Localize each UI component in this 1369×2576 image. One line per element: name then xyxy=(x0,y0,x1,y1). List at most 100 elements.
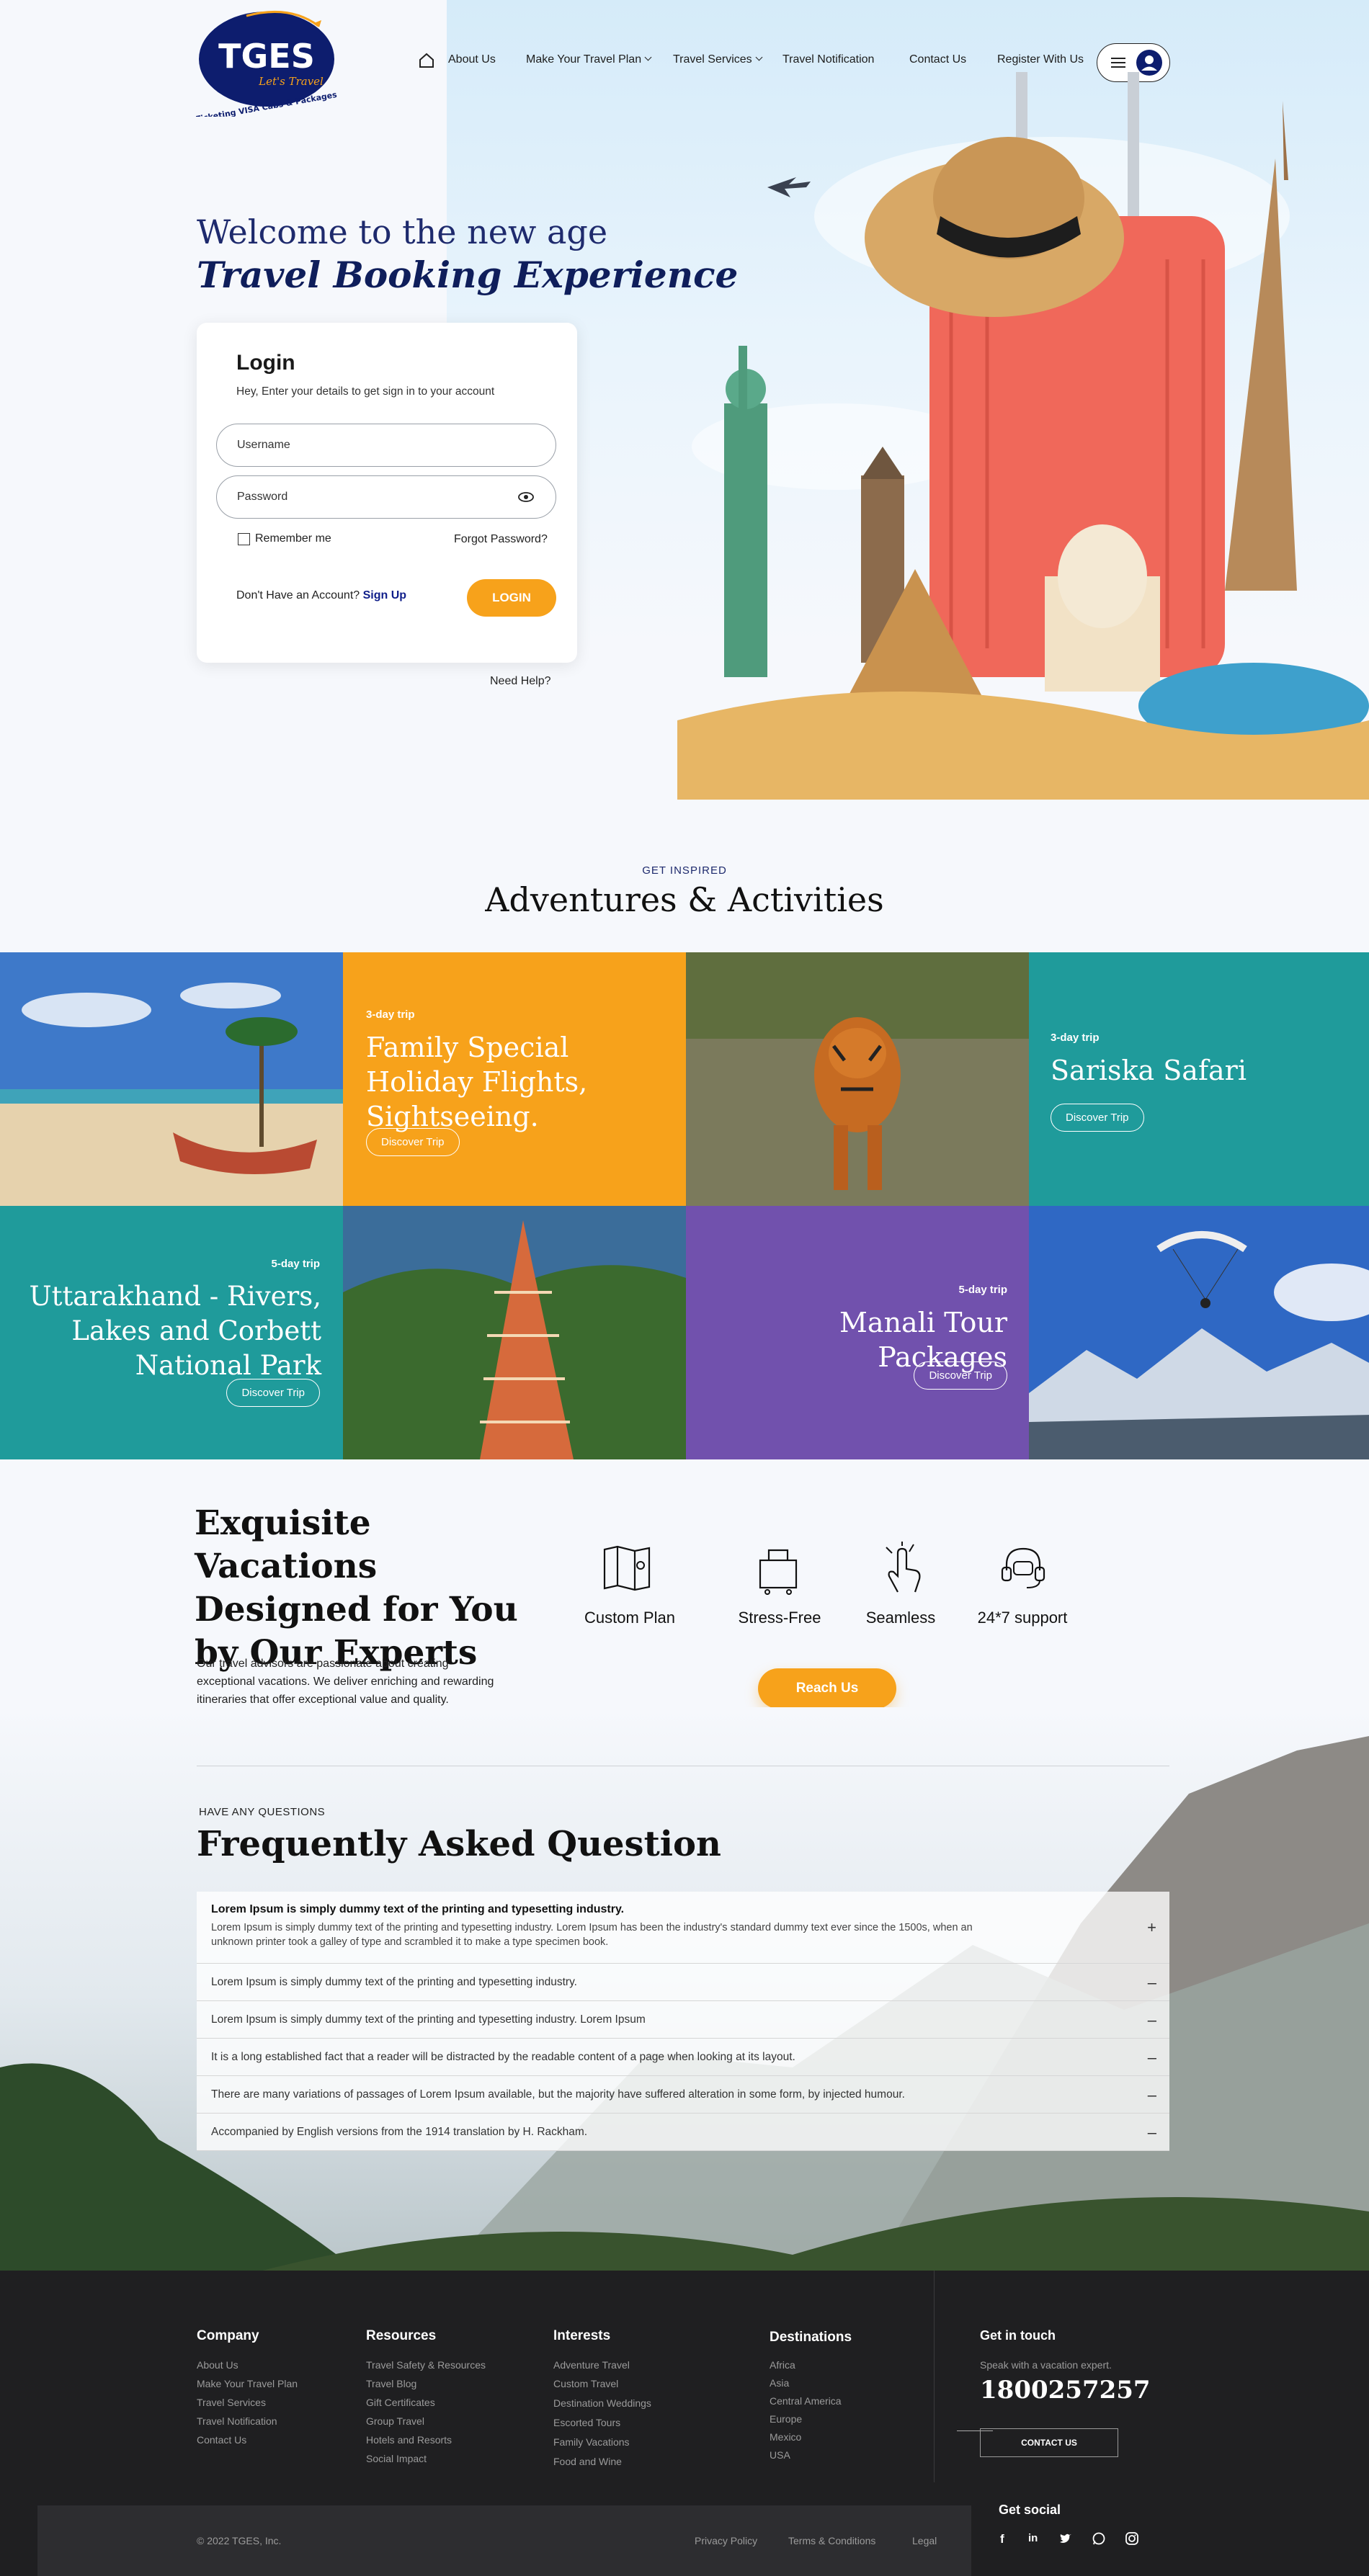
tges-logo[interactable]: TGES Let's Travel Ticketing VISA Cabs & … xyxy=(196,9,337,117)
footer-link[interactable]: Travel Notification xyxy=(197,2415,277,2427)
trip-card-family-holiday[interactable]: 3-day trip Family Special Holiday Flight… xyxy=(343,952,686,1206)
footer-link[interactable]: Asia xyxy=(770,2377,789,2389)
faq-item[interactable]: Accompanied by English versions from the… xyxy=(197,2114,1169,2151)
remember-checkbox[interactable] xyxy=(238,533,250,545)
tiger-photo xyxy=(686,952,1029,1206)
hamburger-icon xyxy=(1111,58,1125,68)
footer-link[interactable]: Contact Us xyxy=(197,2434,246,2446)
faq-question: Lorem Ipsum is simply dummy text of the … xyxy=(211,1903,625,1915)
linkedin-icon[interactable]: in xyxy=(1028,2532,1038,2544)
trip-card-sariska-safari[interactable]: 3-day trip Sariska Safari Discover Trip xyxy=(1029,952,1369,1206)
legal-link[interactable]: Legal xyxy=(912,2535,937,2546)
footer-link[interactable]: Hotels and Resorts xyxy=(366,2434,452,2446)
footer-link[interactable]: Central America xyxy=(770,2395,842,2407)
facebook-icon[interactable]: f xyxy=(1000,2532,1004,2546)
signup-link[interactable]: Sign Up xyxy=(363,589,406,601)
need-help-link[interactable]: Need Help? xyxy=(490,675,551,688)
footer-link[interactable]: Family Vacations xyxy=(553,2436,630,2448)
footer-link[interactable]: Travel Services xyxy=(197,2397,266,2408)
footer-link[interactable]: Travel Safety & Resources xyxy=(366,2359,486,2371)
footer-contact-subtitle: Speak with a vacation expert. xyxy=(980,2359,1112,2371)
nav-label: Register With Us xyxy=(997,53,1084,66)
faq-item[interactable]: There are many variations of passages of… xyxy=(197,2076,1169,2114)
instagram-icon[interactable] xyxy=(1125,2532,1138,2545)
chevron-down-icon xyxy=(755,53,763,61)
password-placeholder: Password xyxy=(237,491,288,503)
nav-label: Make Your Travel Plan xyxy=(526,53,642,66)
faq-item[interactable]: Lorem Ipsum is simply dummy text of the … xyxy=(197,2001,1169,2039)
footer-link[interactable]: Make Your Travel Plan xyxy=(197,2378,298,2389)
faq-answer: Lorem Ipsum is simply dummy text of the … xyxy=(211,1922,973,1948)
paragliding-photo xyxy=(1029,1206,1369,1459)
discover-trip-button[interactable]: Discover Trip xyxy=(226,1379,320,1407)
footer-link[interactable]: Escorted Tours xyxy=(553,2417,620,2428)
login-title: Login xyxy=(236,351,295,375)
footer-link[interactable]: Gift Certificates xyxy=(366,2397,435,2408)
footer-link[interactable]: USA xyxy=(770,2449,790,2461)
collapse-minus-icon[interactable]: – xyxy=(1148,2114,1156,2150)
faq-question: Accompanied by English versions from the… xyxy=(211,2126,588,2138)
username-field[interactable]: Username xyxy=(216,424,556,467)
nav-register[interactable]: Register With Us xyxy=(997,53,1084,66)
faq-item[interactable]: Lorem Ipsum is simply dummy text of the … xyxy=(197,1964,1169,2001)
faq-question: It is a long established fact that a rea… xyxy=(211,2051,795,2063)
footer-contact-title: Get in touch xyxy=(980,2328,1056,2343)
footer-link[interactable]: Africa xyxy=(770,2359,795,2371)
login-button[interactable]: LOGIN xyxy=(467,579,556,617)
expand-plus-icon[interactable]: + xyxy=(1147,1918,1156,1937)
remember-label: Remember me xyxy=(255,532,331,545)
collapse-minus-icon[interactable]: – xyxy=(1148,2076,1156,2113)
footer-phone[interactable]: 1800257257 xyxy=(980,2376,1151,2405)
nav-label: Travel Services xyxy=(673,53,752,66)
footer-link[interactable]: Food and Wine xyxy=(553,2456,622,2467)
footer-company-title: Company xyxy=(197,2328,259,2343)
contact-us-button[interactable]: CONTACT US xyxy=(980,2428,1118,2457)
footer-link[interactable]: Travel Blog xyxy=(366,2378,416,2389)
footer-link[interactable]: Europe xyxy=(770,2413,802,2425)
nav-about-us[interactable]: About Us xyxy=(448,53,496,66)
hero-title-line1: Welcome to the new age xyxy=(197,213,608,251)
nav-make-travel-plan[interactable]: Make Your Travel Plan xyxy=(526,53,652,66)
trip-duration: 5-day trip xyxy=(271,1258,320,1270)
whatsapp-icon[interactable] xyxy=(1092,2532,1105,2545)
nav-travel-services[interactable]: Travel Services xyxy=(673,53,763,66)
footer-link[interactable]: Group Travel xyxy=(366,2415,424,2427)
footer-link[interactable]: Custom Travel xyxy=(553,2378,618,2389)
faq-eyebrow: HAVE ANY QUESTIONS xyxy=(199,1806,326,1818)
collapse-minus-icon[interactable]: – xyxy=(1148,2039,1156,2075)
nav-label: About Us xyxy=(448,53,496,66)
collapse-minus-icon[interactable]: – xyxy=(1148,1964,1156,2000)
collapse-minus-icon[interactable]: – xyxy=(1148,2001,1156,2038)
home-icon[interactable] xyxy=(418,52,435,73)
feature-stress-free: Stress-Free xyxy=(738,1609,821,1627)
privacy-policy-link[interactable]: Privacy Policy xyxy=(695,2535,757,2546)
copyright: © 2022 TGES, Inc. xyxy=(197,2535,282,2546)
reach-us-button[interactable]: Reach Us xyxy=(758,1668,896,1709)
discover-trip-button[interactable]: Discover Trip xyxy=(914,1361,1007,1390)
footer-resources-title: Resources xyxy=(366,2328,437,2343)
terms-link[interactable]: Terms & Conditions xyxy=(788,2535,875,2546)
footer-interests-title: Interests xyxy=(553,2328,611,2343)
nav-travel-notification[interactable]: Travel Notification xyxy=(782,53,874,66)
forgot-password-link[interactable]: Forgot Password? xyxy=(454,533,548,546)
faq-item-expanded[interactable]: Lorem Ipsum is simply dummy text of the … xyxy=(197,1892,1169,1964)
get-social-title: Get social xyxy=(999,2503,1061,2517)
footer-link[interactable]: About Us xyxy=(197,2359,238,2371)
trip-card-uttarakhand[interactable]: 5-day trip Uttarakhand - Rivers, Lakes a… xyxy=(0,1206,343,1459)
nav-label: Contact Us xyxy=(909,53,967,66)
discover-trip-button[interactable]: Discover Trip xyxy=(1051,1104,1144,1132)
signup-prompt: Don't Have an Account? Sign Up xyxy=(236,589,406,602)
trip-card-manali[interactable]: 5-day trip Manali Tour Packages Discover… xyxy=(686,1206,1029,1459)
trip-duration: 3-day trip xyxy=(366,1009,415,1021)
footer-link[interactable]: Destination Weddings xyxy=(553,2397,651,2409)
eye-icon[interactable] xyxy=(518,492,534,502)
footer-destinations-title: Destinations xyxy=(770,2330,852,2345)
faq-item[interactable]: It is a long established fact that a rea… xyxy=(197,2039,1169,2076)
footer-link[interactable]: Adventure Travel xyxy=(553,2359,630,2371)
discover-trip-button[interactable]: Discover Trip xyxy=(366,1128,460,1156)
footer-link[interactable]: Mexico xyxy=(770,2431,801,2443)
password-field[interactable]: Password xyxy=(216,475,556,519)
footer-link[interactable]: Social Impact xyxy=(366,2453,427,2464)
twitter-icon[interactable] xyxy=(1059,2533,1072,2544)
nav-contact-us[interactable]: Contact Us xyxy=(909,53,966,66)
